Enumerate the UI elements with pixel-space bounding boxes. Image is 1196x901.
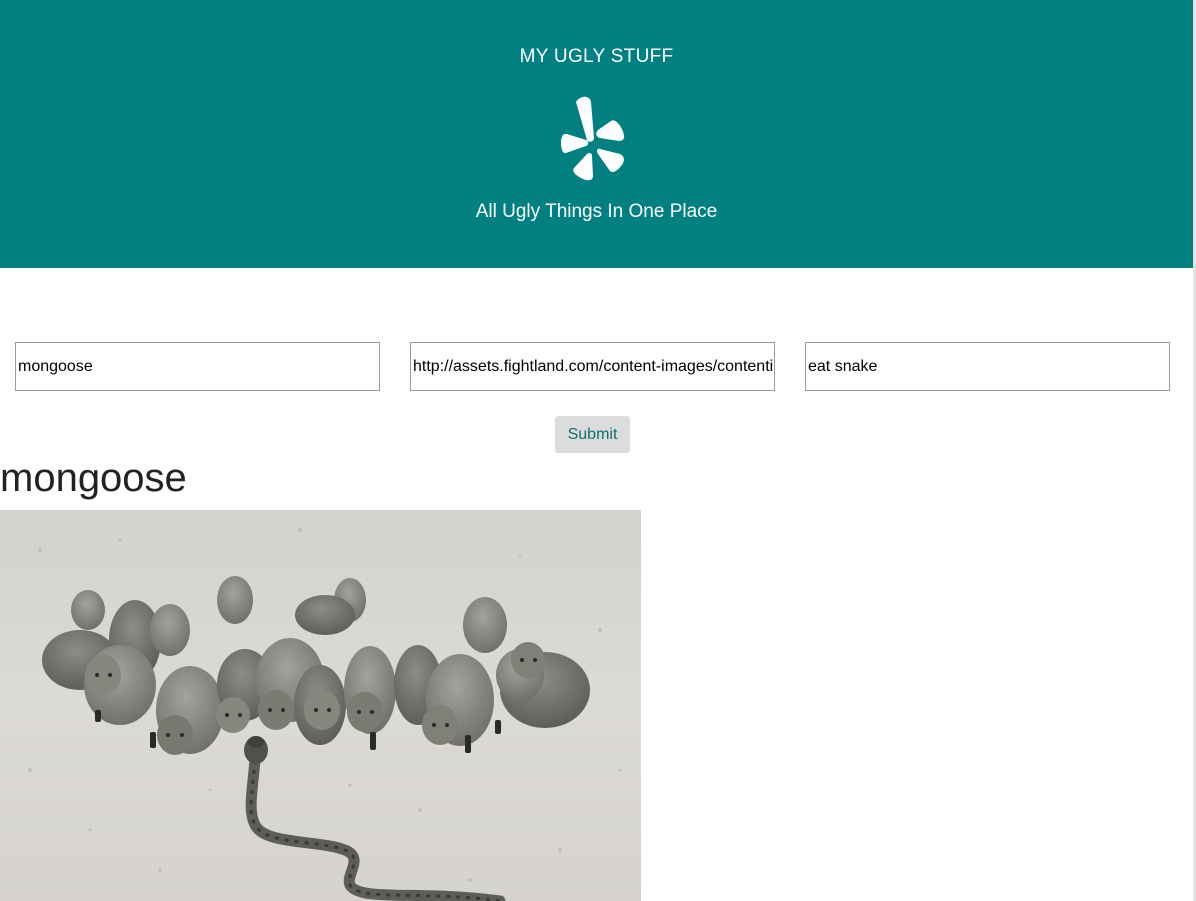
site-title: MY UGLY STUFF xyxy=(519,46,674,67)
site-tagline: All Ugly Things In One Place xyxy=(475,201,718,222)
burst-logo-icon xyxy=(561,96,625,181)
item-title: mongoose xyxy=(0,456,187,500)
description-input[interactable] xyxy=(805,342,1170,391)
item-image xyxy=(0,510,641,901)
image-url-input[interactable] xyxy=(410,342,775,391)
site-header: MY UGLY STUFF All Ugly Things In One Pla… xyxy=(0,0,1193,268)
submit-button[interactable]: Submit xyxy=(555,416,630,453)
name-input[interactable] xyxy=(15,342,380,391)
